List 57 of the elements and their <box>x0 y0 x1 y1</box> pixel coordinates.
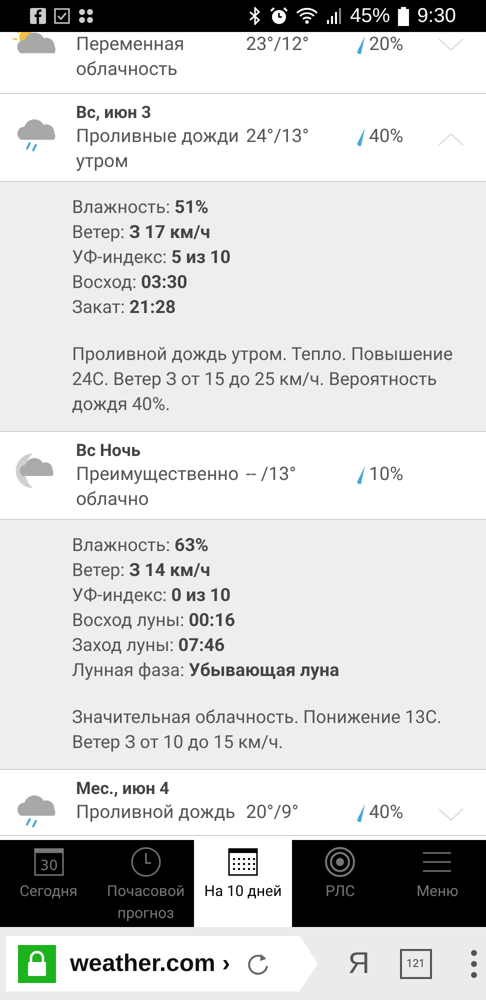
address-bar[interactable]: weather.com › <box>6 936 318 992</box>
calendar-icon: 30 <box>32 846 65 878</box>
raindrop-icon <box>356 128 366 146</box>
detail-line: Влажность: 63% <box>72 534 210 558</box>
checkbox-icon <box>54 8 70 24</box>
nav-tab[interactable]: На 10 дней <box>194 840 292 927</box>
clock-icon <box>130 846 162 878</box>
detail-line: Восход: 03:30 <box>72 271 188 295</box>
collapse-chevron-icon[interactable] <box>438 132 464 146</box>
detail-line: Ветер: З 14 км/ч <box>72 559 212 583</box>
battery-icon <box>398 6 410 26</box>
day-title: Вс Ночь <box>76 440 142 462</box>
raindrop-icon <box>356 36 366 54</box>
temperature-range: 20°/9° <box>246 800 300 825</box>
weather-description: Проливной дождь <box>76 800 236 825</box>
temperature-range: 23°/12° <box>246 32 310 57</box>
temperature-range: 24°/13° <box>246 124 310 149</box>
detail-line: Ветер: З 17 км/ч <box>72 221 212 245</box>
battery-percent: 45% <box>350 4 390 28</box>
raindrop-icon <box>356 804 366 822</box>
more-options-icon[interactable] <box>470 948 478 978</box>
weather-description: Преимущественно облачно <box>76 462 240 512</box>
weather-description: Переменная облачность <box>76 32 186 82</box>
facebook-icon <box>30 8 46 24</box>
precipitation-chance: 10% <box>369 462 404 487</box>
url-text: weather.com › <box>70 950 230 978</box>
expand-chevron-icon[interactable] <box>438 38 464 52</box>
detail-line: Заход луны: 07:46 <box>72 634 226 658</box>
alarm-icon <box>270 7 288 25</box>
detail-line: УФ-индекс: 0 из 10 <box>72 584 232 608</box>
day-title: Мес., июн 4 <box>76 778 170 800</box>
tab-count-button[interactable]: 121 <box>400 948 432 978</box>
lock-icon <box>18 944 56 982</box>
precipitation-chance: 20% <box>369 32 404 57</box>
detail-line: Влажность: 51% <box>72 196 210 220</box>
day-title: Вс, июн 3 <box>76 102 152 124</box>
search-engine-button[interactable]: Я <box>348 946 370 980</box>
detail-line: Восход луны: 00:16 <box>72 609 236 633</box>
detail-line: Лунная фаза: Убывающая луна <box>72 659 340 683</box>
detail-line: Закат: 21:28 <box>72 296 177 320</box>
bluetooth-icon <box>248 7 262 25</box>
wifi-icon <box>296 7 318 25</box>
partly-cloudy-icon <box>12 32 58 55</box>
forecast-summary: Значительная облачность. Понижение 13С. Ветер З от 10 до 15 км/ч. <box>72 706 443 755</box>
detail-line: УФ-индекс: 5 из 10 <box>72 246 232 270</box>
precipitation-chance: 40% <box>369 800 404 825</box>
dots-icon <box>78 8 94 24</box>
calendar-grid-icon <box>227 846 259 878</box>
precipitation-chance: 40% <box>369 124 404 149</box>
clock-time: 9:30 <box>417 4 456 28</box>
temperature-range: -- /13° <box>246 462 298 487</box>
radar-icon <box>324 846 356 878</box>
raindrop-icon <box>356 466 366 484</box>
expand-chevron-icon[interactable] <box>438 808 464 822</box>
forecast-summary: Проливной дождь утром. Тепло. Повышение 24С. Ветер З от 15 до 25 км/ч. Вероятность дождя 40%. <box>72 343 454 417</box>
weather-description: Проливные дожди утром <box>76 124 240 174</box>
signal-icon <box>326 7 342 25</box>
